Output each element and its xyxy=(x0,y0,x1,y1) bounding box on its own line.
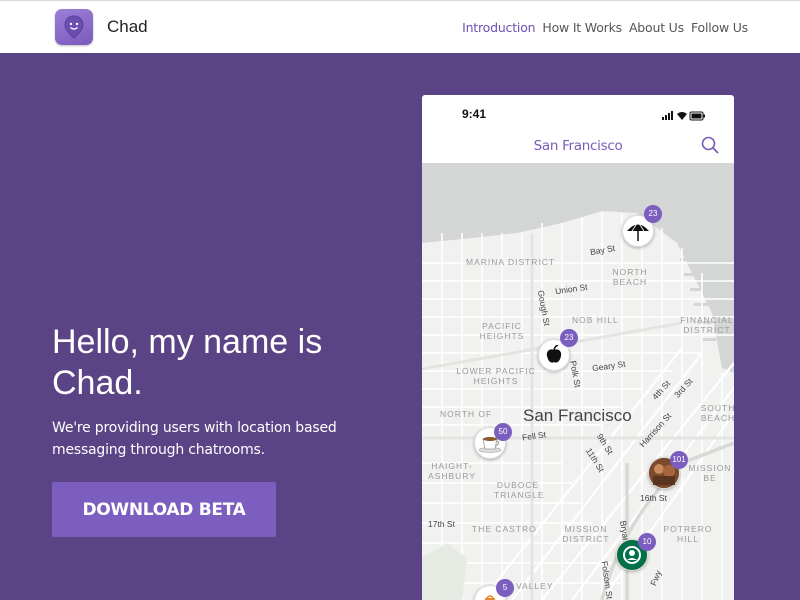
phone-mockup: 9:41 San Francisco MARINA DISTRICT NORTH… xyxy=(422,95,734,600)
main-nav: Introduction How It Works About Us Follo… xyxy=(462,20,748,35)
pin-count-starbucks: 10 xyxy=(638,533,656,551)
brand-name[interactable]: Chad xyxy=(107,17,148,37)
hero-subtext: We're providing users with location base… xyxy=(52,420,337,458)
bag-icon xyxy=(485,595,495,600)
pin-count-apple: 23 xyxy=(560,329,578,347)
street-label-sixteenth: 16th St xyxy=(640,493,667,503)
nav-about-us[interactable]: About Us xyxy=(629,20,684,35)
district-label-duboce: DUBOCE TRIANGLE xyxy=(494,480,545,500)
city-map[interactable]: MARINA DISTRICT NORTH BEACH PACIFIC HEIG… xyxy=(422,163,734,600)
apple-icon xyxy=(546,345,562,363)
district-label-pacific-heights: PACIFIC HEIGHTS xyxy=(479,321,525,341)
district-label-mission: MISSION DISTRICT xyxy=(562,524,610,544)
umbrella-icon xyxy=(627,221,649,241)
hero-headline: Hello, my name is Chad. xyxy=(52,323,323,402)
pin-count-umbrella: 23 xyxy=(644,205,662,223)
nav-follow-us[interactable]: Follow Us xyxy=(691,20,748,35)
district-label-lower-pacific: LOWER PACIFIC HEIGHTS xyxy=(456,366,536,386)
nav-introduction[interactable]: Introduction xyxy=(462,20,535,35)
district-label-north-beach: NORTH BEACH xyxy=(612,267,648,287)
search-icon[interactable] xyxy=(700,135,720,155)
district-label-castro: THE CASTRO xyxy=(472,524,537,534)
district-label-potrero: POTRERO HILL xyxy=(663,524,713,544)
map-city-label: San Francisco xyxy=(523,406,632,425)
pin-count-small: 5 xyxy=(496,579,514,597)
nav-how-it-works[interactable]: How It Works xyxy=(542,20,622,35)
status-icons xyxy=(662,108,706,126)
download-beta-button[interactable]: DOWNLOAD BETA xyxy=(52,482,276,537)
app-logo-icon[interactable] xyxy=(55,9,93,45)
signal-wifi-battery-icon xyxy=(662,111,705,121)
pin-count-coffee: 50 xyxy=(494,423,512,441)
pin-count-photo: 101 xyxy=(670,451,688,469)
district-label-nob-hill: NOB HILL xyxy=(572,315,619,325)
district-label-valley: VALLEY xyxy=(516,581,554,591)
district-label-north-of: NORTH OF xyxy=(440,409,493,419)
top-navbar: Chad Introduction How It Works About Us … xyxy=(0,0,800,53)
district-label-haight: HAIGHT-ASHBURY xyxy=(428,461,476,481)
district-label-south-beach: SOUTH BEACH xyxy=(700,403,734,423)
map-title: San Francisco xyxy=(533,138,623,154)
status-time: 9:41 xyxy=(462,107,487,121)
district-label-financial: FINANCIAL DISTRICT xyxy=(680,315,734,335)
district-label-mission-be: MISSION BE xyxy=(688,463,732,483)
street-label-seventeenth: 17th St xyxy=(428,519,455,529)
district-label-marina: MARINA DISTRICT xyxy=(466,257,556,267)
